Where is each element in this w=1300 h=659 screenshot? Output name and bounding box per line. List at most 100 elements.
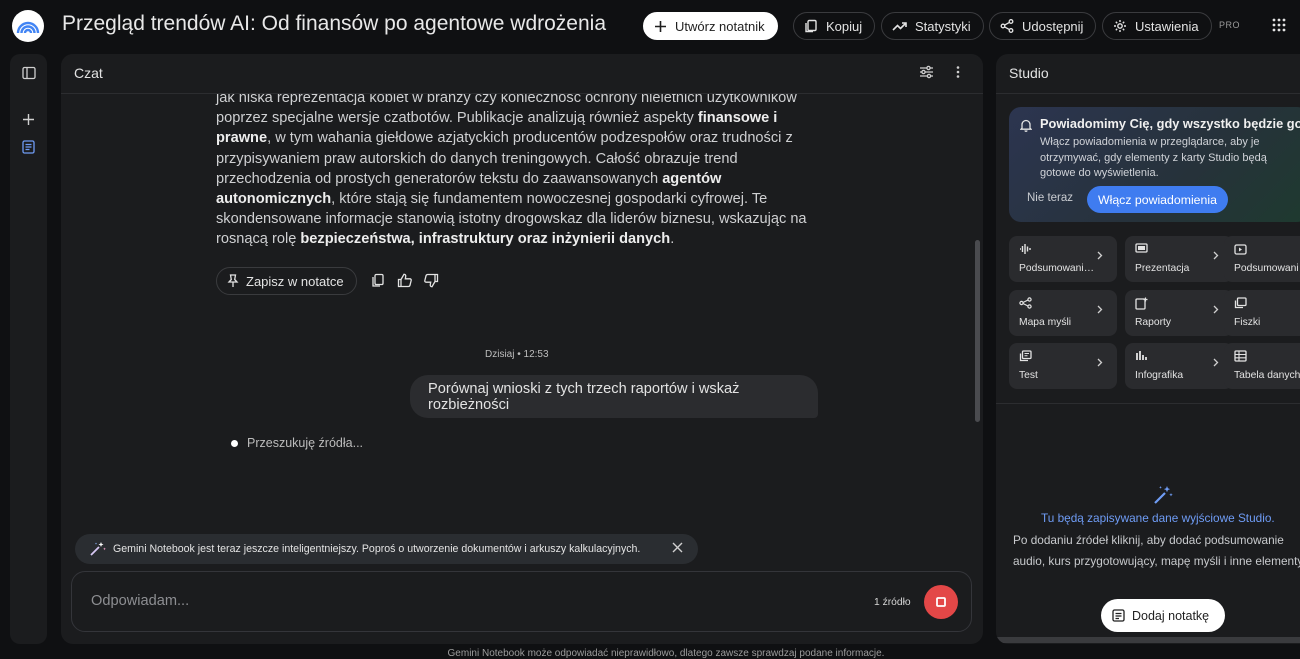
- studio-divider: [996, 403, 1300, 404]
- presentation-icon: [1135, 243, 1148, 254]
- studio-horizontal-scrollbar[interactable]: [996, 637, 1300, 643]
- stats-button[interactable]: Statystyki: [881, 12, 984, 40]
- tile-label: Fiszki: [1234, 317, 1261, 328]
- add-source-icon[interactable]: [22, 113, 35, 126]
- magic-wand-icon: [89, 541, 107, 557]
- source-count: 1 źródło: [874, 597, 911, 608]
- tile-label: Mapa myśli: [1019, 317, 1072, 328]
- stop-icon: [936, 597, 946, 607]
- copy-button[interactable]: Kopiuj: [793, 12, 876, 40]
- message-timestamp: Dzisiaj • 12:53: [485, 349, 549, 360]
- share-button[interactable]: Udostępnij: [989, 12, 1097, 40]
- create-notebook-button[interactable]: Utwórz notatnik: [643, 12, 778, 40]
- settings-button[interactable]: Ustawienia: [1102, 12, 1212, 40]
- feature-banner: Gemini Notebook jest teraz jeszcze intel…: [75, 534, 698, 564]
- studio-tile-audio-summary[interactable]: Podsumowanie audio: [1009, 236, 1117, 282]
- save-to-note-button[interactable]: Zapisz w notatce: [216, 267, 357, 295]
- chat-scrollbar[interactable]: [975, 240, 980, 422]
- copy-label: Kopiuj: [826, 18, 863, 34]
- studio-tile-quiz[interactable]: Test: [1009, 343, 1117, 389]
- searching-label: Przeszukuję źródła...: [247, 436, 364, 450]
- table-icon: [1234, 350, 1247, 362]
- chat-input[interactable]: Odpowiadam...: [91, 593, 189, 609]
- chat-composer: Odpowiadam... 1 źródło: [71, 571, 972, 632]
- chat-title: Czat: [74, 65, 103, 81]
- plus-icon: [654, 20, 667, 33]
- report-icon: [1135, 297, 1148, 310]
- studio-header: Studio: [996, 54, 1300, 94]
- studio-tile-video-summary[interactable]: Podsumowanie wideo: [1224, 236, 1300, 282]
- loading-dot-icon: [231, 439, 238, 447]
- enable-notifications-button[interactable]: Włącz powiadomienia: [1087, 186, 1228, 213]
- tile-label: Tabela danych: [1234, 370, 1300, 381]
- video-icon: [1234, 243, 1247, 255]
- notification-heading: Powiadomimy Cię, gdy wszystko będzie got…: [1040, 116, 1300, 131]
- settings-label: Ustawienia: [1135, 18, 1199, 34]
- notification-body: Włącz powiadomienia w przeglądarce, aby …: [1040, 136, 1267, 179]
- studio-title: Studio: [1009, 65, 1049, 81]
- studio-tile-presentation[interactable]: Prezentacja: [1125, 236, 1233, 282]
- source-document-icon[interactable]: [22, 140, 35, 154]
- tile-label: Test: [1019, 370, 1038, 381]
- pro-badge: PRO: [1219, 20, 1241, 30]
- studio-tile-data-table[interactable]: Tabela danych: [1224, 343, 1300, 389]
- share-icon: [1000, 19, 1014, 33]
- app-logo[interactable]: [12, 10, 44, 42]
- message-bold-3: bezpieczeństwa, infrastruktury oraz inży…: [300, 231, 671, 248]
- save-to-note-label: Zapisz w notatce: [246, 273, 344, 289]
- logo-arcs-icon: [16, 21, 40, 34]
- top-bar: Przegląd trendów AI: Od finansów po agen…: [0, 0, 1300, 52]
- user-message-text: Porównaj wnioski z tych trzech raportów …: [428, 380, 740, 413]
- chevron-right-icon: [1213, 358, 1219, 367]
- copy-icon: [804, 19, 818, 33]
- note-icon: [1112, 609, 1125, 622]
- copy-response-icon[interactable]: [371, 273, 385, 288]
- tile-label: Raporty: [1135, 317, 1172, 328]
- stop-button[interactable]: [924, 585, 958, 619]
- notification-card: Powiadomimy Cię, gdy wszystko będzie got…: [1009, 107, 1300, 222]
- tune-icon[interactable]: [919, 65, 934, 79]
- studio-tile-infographic[interactable]: Infografika: [1125, 343, 1233, 389]
- share-label: Udostępnij: [1022, 18, 1084, 34]
- gear-icon: [1113, 19, 1127, 33]
- chevron-right-icon: [1097, 305, 1103, 314]
- chat-header: Czat: [61, 54, 983, 94]
- chevron-right-icon: [1213, 251, 1219, 260]
- magic-wand-icon: [1152, 484, 1174, 506]
- footer-disclaimer: Gemini Notebook może odpowiadać nieprawi…: [447, 648, 885, 659]
- thumbs-down-icon[interactable]: [423, 273, 439, 288]
- quiz-icon: [1019, 350, 1032, 362]
- empty-state-body: Po dodaniu źródeł kliknij, aby dodać pod…: [1013, 533, 1300, 568]
- bell-icon: [1020, 118, 1032, 132]
- tile-label: Podsumowanie audio: [1019, 263, 1095, 274]
- create-notebook-label: Utwórz notatnik: [675, 18, 765, 34]
- tile-label: Infografika: [1135, 370, 1184, 381]
- stats-label: Statystyki: [915, 18, 971, 34]
- sidebar-toggle-icon[interactable]: [22, 66, 36, 80]
- tile-label: Podsumowanie wideo: [1234, 263, 1300, 274]
- tile-label: Prezentacja: [1135, 263, 1190, 274]
- chat-panel: jak niska reprezentacja kobiet w branży …: [61, 54, 983, 644]
- trending-up-icon: [892, 20, 907, 32]
- user-message-bubble: Porównaj wnioski z tych trzech raportów …: [410, 375, 818, 418]
- more-vert-icon[interactable]: [956, 65, 960, 79]
- infographic-icon: [1135, 350, 1148, 361]
- studio-tile-reports[interactable]: Raporty: [1125, 290, 1233, 336]
- chevron-right-icon: [1097, 358, 1103, 367]
- not-now-button[interactable]: Nie teraz: [1027, 192, 1073, 204]
- thumbs-up-icon[interactable]: [397, 273, 413, 288]
- left-rail: [10, 54, 47, 644]
- searching-status: Przeszukuję źródła...: [231, 436, 363, 450]
- add-note-label: Dodaj notatkę: [1132, 608, 1210, 623]
- add-note-button[interactable]: Dodaj notatkę: [1101, 599, 1226, 632]
- apps-grid-icon[interactable]: [1272, 18, 1286, 37]
- banner-text: Gemini Notebook jest teraz jeszcze intel…: [113, 543, 641, 555]
- page-title: Przegląd trendów AI: Od finansów po agen…: [62, 12, 607, 35]
- studio-tile-mind-map[interactable]: Mapa myśli: [1009, 290, 1117, 336]
- studio-panel: Studio Powiadomimy Cię, gdy wszystko będ…: [996, 54, 1300, 644]
- mind-map-icon: [1019, 297, 1032, 309]
- studio-tile-flashcards[interactable]: Fiszki: [1224, 290, 1300, 336]
- message-text-4: .: [670, 231, 675, 248]
- close-icon[interactable]: [672, 542, 683, 553]
- flashcards-icon: [1234, 297, 1247, 309]
